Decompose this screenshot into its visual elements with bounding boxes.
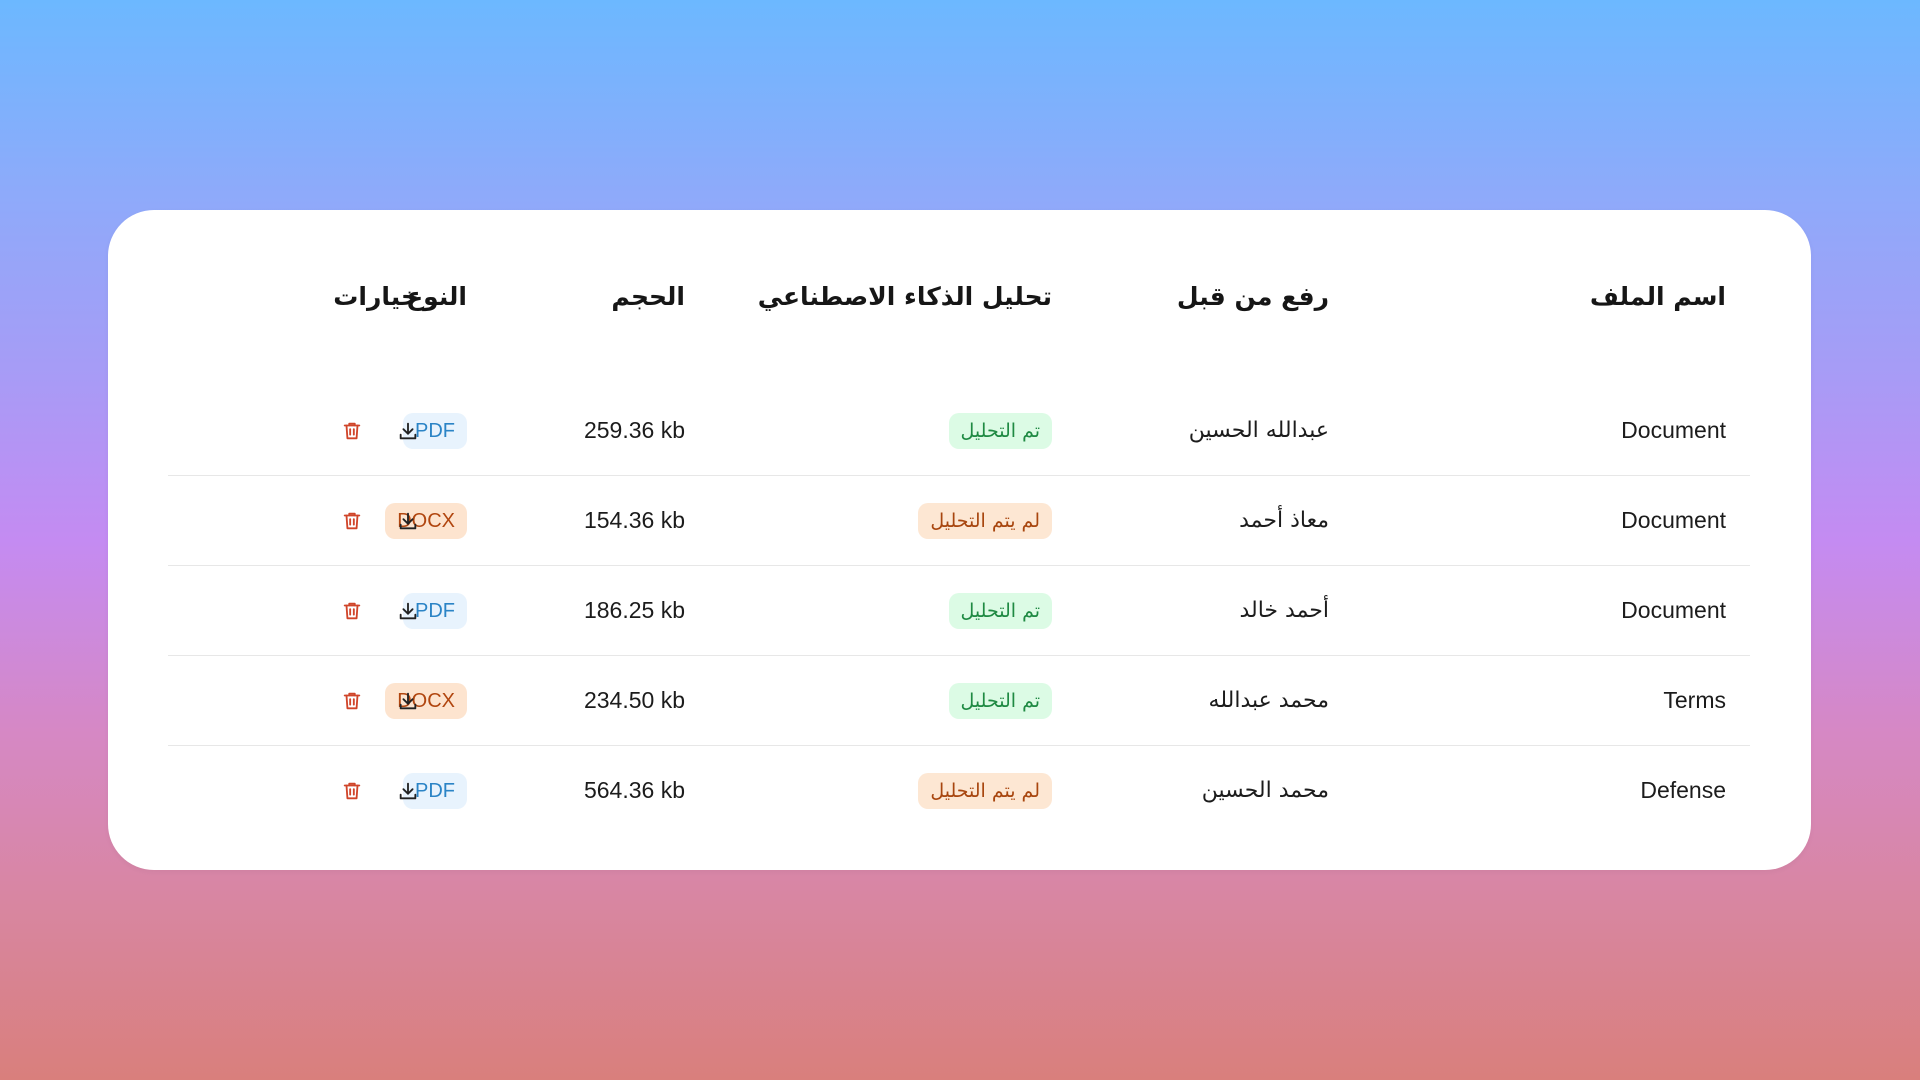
trash-icon: [343, 692, 361, 709]
header-ai-analysis: تحليل الذكاء الاصطناعي: [757, 281, 1052, 311]
header-file-name: اسم الملف: [1589, 281, 1726, 311]
ai-status-cell: تم التحليل: [948, 656, 1052, 745]
delete-button[interactable]: [341, 420, 363, 442]
header-uploaded-by: رفع من قبل: [1176, 281, 1329, 311]
file-name[interactable]: Document: [1621, 566, 1726, 655]
uploaded-by: معاذ أحمد: [1239, 508, 1329, 533]
table-row: Document أحمد خالد تم التحليل 186.25 kb …: [168, 566, 1750, 656]
uploaded-by: أحمد خالد: [1239, 598, 1329, 623]
download-icon: [399, 602, 417, 619]
trash-icon: [343, 512, 361, 529]
row-actions: [341, 386, 419, 475]
delete-button[interactable]: [341, 690, 363, 712]
file-size: 154.36 kb: [583, 507, 685, 533]
ai-status-badge: لم يتم التحليل: [918, 772, 1052, 809]
download-button[interactable]: [397, 600, 419, 622]
header-size: الحجم: [611, 281, 685, 311]
download-button[interactable]: [397, 420, 419, 442]
uploaded-by: عبدالله الحسين: [1188, 418, 1329, 443]
download-button[interactable]: [397, 510, 419, 532]
row-actions: [341, 476, 419, 565]
file-size: 234.50 kb: [583, 687, 685, 713]
table-body: Document عبدالله الحسين تم التحليل 259.3…: [168, 386, 1750, 835]
ai-status-badge: تم التحليل: [948, 682, 1052, 719]
table-row: Document عبدالله الحسين تم التحليل 259.3…: [168, 386, 1750, 476]
download-button[interactable]: [397, 780, 419, 802]
download-icon: [399, 512, 417, 529]
ai-status-cell: لم يتم التحليل: [918, 746, 1052, 835]
file-size: 564.36 kb: [583, 777, 685, 803]
download-icon: [399, 782, 417, 799]
files-table: اسم الملف رفع من قبل تحليل الذكاء الاصطن…: [168, 250, 1750, 809]
file-name[interactable]: Document: [1621, 476, 1726, 565]
file-size: 186.25 kb: [583, 597, 685, 623]
delete-button[interactable]: [341, 780, 363, 802]
trash-icon: [343, 602, 361, 619]
ai-status-badge: لم يتم التحليل: [918, 502, 1052, 539]
ai-status-cell: تم التحليل: [948, 566, 1052, 655]
ai-status-badge: تم التحليل: [948, 592, 1052, 629]
download-icon: [399, 692, 417, 709]
download-button[interactable]: [397, 690, 419, 712]
trash-icon: [343, 422, 361, 439]
header-options: خيارات: [333, 281, 419, 311]
row-actions: [341, 566, 419, 655]
row-actions: [341, 746, 419, 835]
ai-status-cell: لم يتم التحليل: [918, 476, 1052, 565]
ai-status-badge: تم التحليل: [948, 412, 1052, 449]
table-header: اسم الملف رفع من قبل تحليل الذكاء الاصطن…: [168, 250, 1750, 342]
file-size: 259.36 kb: [583, 417, 685, 443]
uploaded-by: محمد عبدالله: [1208, 688, 1329, 713]
trash-icon: [343, 782, 361, 799]
table-row: Terms محمد عبدالله تم التحليل 234.50 kb …: [168, 656, 1750, 746]
table-row: Defense محمد الحسين لم يتم التحليل 564.3…: [168, 746, 1750, 835]
download-icon: [399, 422, 417, 439]
delete-button[interactable]: [341, 600, 363, 622]
file-name[interactable]: Terms: [1663, 656, 1726, 745]
file-name[interactable]: Document: [1621, 386, 1726, 475]
table-row: Document معاذ أحمد لم يتم التحليل 154.36…: [168, 476, 1750, 566]
row-actions: [341, 656, 419, 745]
files-card: اسم الملف رفع من قبل تحليل الذكاء الاصطن…: [108, 210, 1811, 870]
ai-status-cell: تم التحليل: [948, 386, 1052, 475]
file-name[interactable]: Defense: [1640, 746, 1726, 835]
uploaded-by: محمد الحسين: [1201, 778, 1329, 803]
delete-button[interactable]: [341, 510, 363, 532]
